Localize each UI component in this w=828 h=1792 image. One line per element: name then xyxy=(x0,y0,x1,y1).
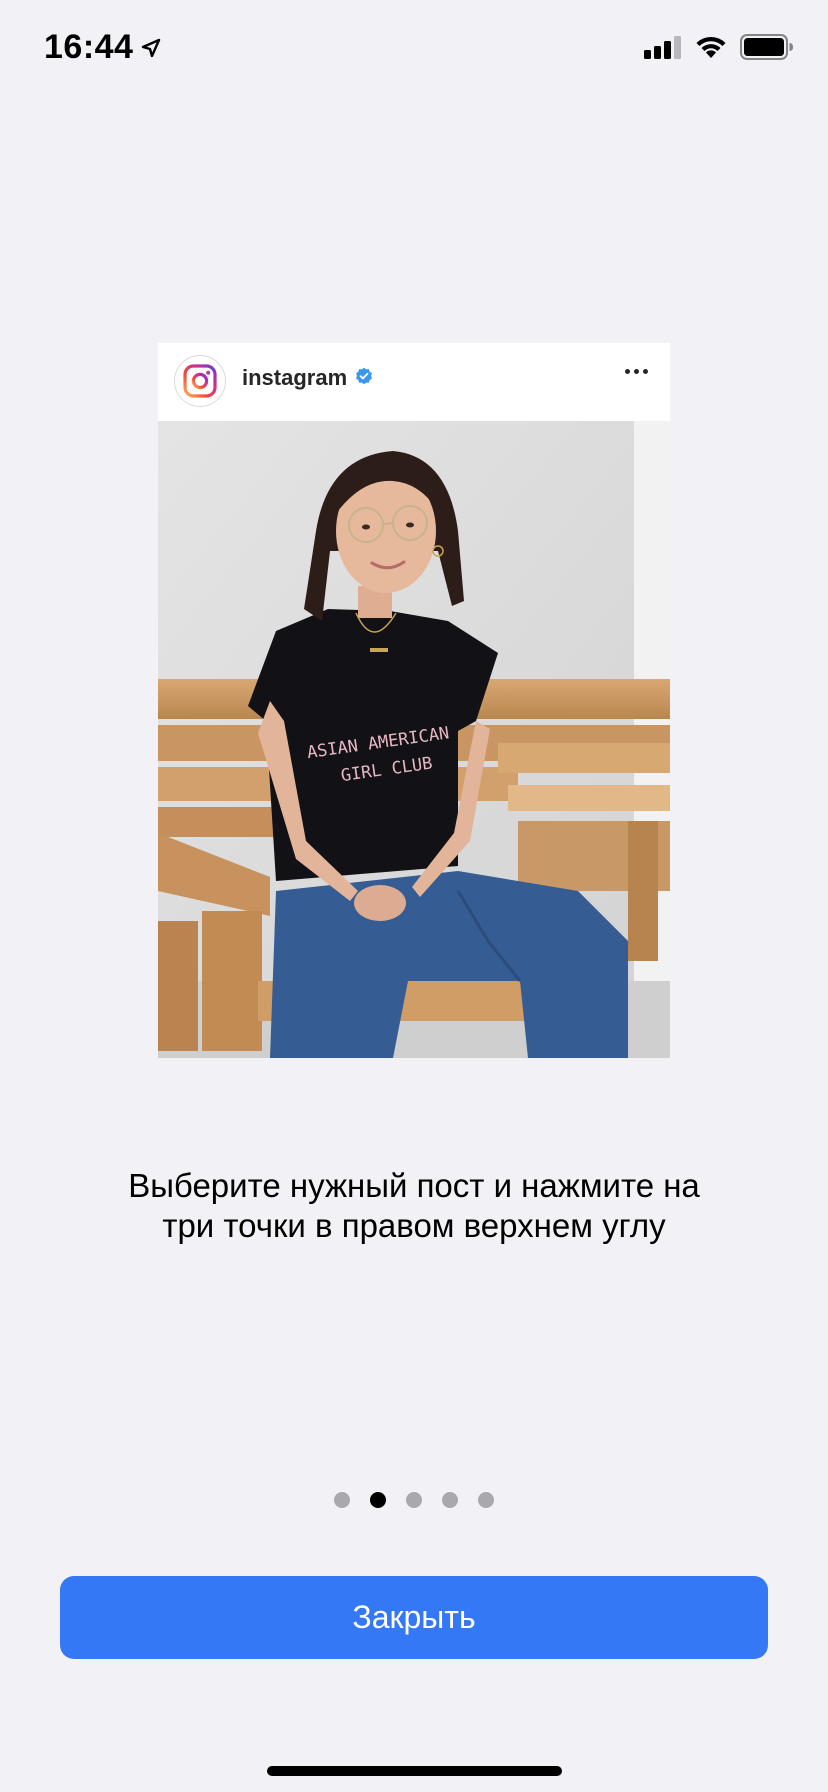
status-time: 16:44 xyxy=(44,28,134,66)
home-indicator[interactable] xyxy=(267,1766,562,1776)
instruction-line-1: Выберите нужный пост и нажмите на xyxy=(128,1167,700,1204)
instruction-text: Выберите нужный пост и нажмите на три то… xyxy=(60,1166,768,1246)
instruction-line-2: три точки в правом верхнем углу xyxy=(162,1207,666,1244)
page-dot-active[interactable] xyxy=(370,1492,386,1508)
onboarding-screen: 16:44 instagram ASIAN AMERICAN GIRL CLUB… xyxy=(0,0,828,1792)
post-header: instagram xyxy=(158,343,670,421)
wifi-icon xyxy=(694,34,728,65)
instagram-logo-icon xyxy=(174,355,226,407)
battery-icon xyxy=(740,34,794,65)
page-dot[interactable] xyxy=(334,1492,350,1508)
more-options-dot xyxy=(625,369,630,374)
verified-badge-icon xyxy=(355,367,373,390)
status-icons xyxy=(644,34,794,65)
page-dot[interactable] xyxy=(478,1492,494,1508)
post-preview-card: instagram ASIAN AMERICAN GIRL CLUB xyxy=(158,343,670,1058)
more-options-dot xyxy=(643,369,648,374)
page-dot[interactable] xyxy=(442,1492,458,1508)
post-photo: ASIAN AMERICAN GIRL CLUB xyxy=(158,421,670,1058)
status-bar: 16:44 xyxy=(0,0,828,100)
location-arrow-icon xyxy=(141,38,161,58)
more-options-icon[interactable] xyxy=(625,369,648,374)
close-button[interactable]: Закрыть xyxy=(60,1576,768,1659)
page-indicator xyxy=(0,1492,828,1508)
cellular-signal-icon xyxy=(644,35,682,64)
more-options-dot xyxy=(634,369,639,374)
status-time-group: 16:44 xyxy=(44,28,161,67)
page-dot[interactable] xyxy=(406,1492,422,1508)
post-username: instagram xyxy=(242,365,348,390)
